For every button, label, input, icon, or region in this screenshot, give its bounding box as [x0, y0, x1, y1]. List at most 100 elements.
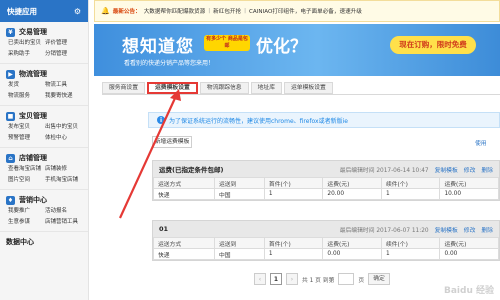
tab-address-book[interactable]: 地址库 [250, 82, 282, 94]
sidebar-link[interactable]: 查看淘宝店铺 [8, 164, 45, 174]
column-header: 续件(个) [380, 177, 441, 189]
section-links: 发货 物流工具 物流服务 我要寄快递 [0, 80, 88, 103]
table-cell: 0.00 [322, 248, 382, 260]
info-icon: i [157, 116, 165, 124]
sidebar-section-data: 数据中心 [0, 232, 88, 250]
sidebar-link[interactable]: 评价管理 [45, 38, 82, 48]
gear-icon[interactable]: ⚙ [74, 7, 81, 16]
tab-bar: 服务商设置 运费模板设置 物流跟踪信息 地址库 运单模板设置 [102, 82, 333, 94]
edit-template-link[interactable]: 修改 [464, 165, 476, 174]
edit-template-link[interactable]: 修改 [464, 225, 476, 234]
template-header: 运费(已指定条件包邮) 最后编辑时间 2017-06-14 10:47 复制模板… [153, 161, 499, 177]
sidebar-link[interactable]: 图片空间 [8, 175, 45, 185]
table-row: 快递 中国 1 20.00 1 10.00 [153, 188, 499, 200]
column-header: 运费(元) [439, 237, 499, 249]
sidebar-link[interactable]: 采购助手 [8, 49, 45, 59]
table-cell: 中国 [213, 188, 265, 200]
template-header: 01 最后编辑时间 2017-06-07 11:20 复制模板 修改 删除 [153, 221, 499, 237]
tab-waybill-template[interactable]: 运单模板设置 [284, 82, 333, 94]
table-cell: 20.00 [322, 188, 382, 200]
watermark: Baidu 经验 [443, 286, 494, 296]
banner-title-2: 优化？ [256, 37, 307, 57]
sidebar-section-items: ■ 宝贝管理 发布宝贝 出售中的宝贝 预警管理 体检中心 [0, 106, 88, 148]
sidebar-link[interactable]: 我要寄快递 [45, 91, 82, 101]
notice-item[interactable]: 大数据帮你匹配爆款货源 [144, 7, 206, 15]
batch-link[interactable]: 使用 [475, 138, 487, 147]
shop-icon: ⌂ [6, 153, 15, 163]
column-header: 续件(个) [380, 237, 441, 249]
add-template-button[interactable]: 新增运费模板 [152, 136, 192, 148]
section-title: 物流管理 [19, 70, 47, 78]
tab-tracking-info[interactable]: 物流跟踪信息 [199, 82, 249, 94]
sidebar-section-logistics: ▶ 物流管理 发货 物流工具 物流服务 我要寄快递 [0, 64, 88, 106]
sidebar-link[interactable]: 已卖出的宝贝 [8, 38, 45, 48]
last-edit-time: 最后编辑时间 2017-06-14 10:47 [339, 167, 429, 174]
table-cell: 1 [263, 248, 324, 260]
sidebar-link[interactable]: 店铺营销工具 [45, 217, 82, 227]
sidebar-link[interactable]: 发货 [8, 80, 45, 90]
page-input[interactable] [338, 273, 355, 285]
go-button[interactable]: 确定 [368, 273, 390, 285]
sidebar-section-title-logistics[interactable]: ▶ 物流管理 [0, 68, 88, 80]
delete-template-link[interactable]: 删除 [481, 165, 493, 174]
copy-template-link[interactable]: 复制模板 [435, 225, 458, 234]
table-cell: 0.00 [439, 248, 499, 260]
sidebar-link[interactable]: 体检中心 [45, 133, 82, 143]
template-table: 运送方式 运送到 首件(个) 运费(元) 续件(个) 运费(元) 快递 中国 1… [153, 237, 499, 260]
banner-tag: 有多少个 商品是包邮 [204, 35, 250, 51]
shipping-template-card: 01 最后编辑时间 2017-06-07 11:20 复制模板 修改 删除 运送… [152, 220, 500, 261]
box-icon: ■ [6, 111, 15, 121]
table-row: 快递 中国 1 0.00 1 0.00 [153, 248, 499, 260]
sidebar-link[interactable]: 活动报名 [45, 206, 82, 216]
section-links: 查看淘宝店铺 店铺装修 图片空间 手机淘宝店铺 [0, 164, 88, 187]
template-name: 运费(已指定条件包邮) [159, 166, 224, 174]
trade-icon: ¥ [6, 27, 15, 37]
sidebar-link[interactable]: 分销管理 [45, 49, 82, 59]
notice-item[interactable]: CAINIAO打印组件，电子面单必备，速速升级 [249, 7, 362, 15]
column-header: 运送方式 [153, 237, 215, 249]
sidebar-section-title-items[interactable]: ■ 宝贝管理 [0, 110, 88, 122]
sidebar-section-title-marketing[interactable]: ♦ 营销中心 [0, 194, 88, 206]
sidebar-link[interactable]: 物流服务 [8, 91, 45, 101]
tab-service-provider[interactable]: 服务商设置 [102, 82, 145, 94]
banner-subtitle: 看看别的快递分销产品等您来用！ [124, 60, 215, 67]
column-header: 运送到 [213, 177, 265, 189]
promo-banner[interactable]: 想知道您 有多少个 商品是包邮 优化？ 看看别的快递分销产品等您来用！ 现在订购… [94, 24, 500, 76]
shipping-template-card: 运费(已指定条件包邮) 最后编辑时间 2017-06-14 10:47 复制模板… [152, 160, 500, 201]
sidebar-section-title-data[interactable]: 数据中心 [0, 236, 88, 248]
bell-icon: 🔔 [101, 7, 110, 15]
delete-template-link[interactable]: 删除 [481, 225, 493, 234]
sidebar-section-title-shop[interactable]: ⌂ 店铺管理 [0, 152, 88, 164]
table-cell: 1 [380, 188, 441, 200]
banner-title: 想知道您 [122, 37, 194, 57]
sidebar-link[interactable]: 预警管理 [8, 133, 45, 143]
notice-separator: | [244, 8, 247, 14]
column-header: 运费(元) [322, 177, 382, 189]
sidebar-link[interactable]: 物流工具 [45, 80, 82, 90]
prev-page-button[interactable]: ‹ [254, 273, 266, 285]
template-meta: 最后编辑时间 2017-06-14 10:47 复制模板 修改 删除 [340, 165, 493, 174]
copy-template-link[interactable]: 复制模板 [435, 165, 458, 174]
column-header: 首件(个) [263, 237, 324, 249]
table-cell: 10.00 [439, 188, 499, 200]
table-cell: 1 [380, 248, 441, 260]
current-page[interactable]: 1 [270, 273, 282, 285]
template-name: 01 [159, 225, 169, 233]
banner-cta-button[interactable]: 现在订购，限时免费 [390, 36, 476, 54]
megaphone-icon: ♦ [6, 195, 15, 205]
sidebar-section-title-trade[interactable]: ¥ 交易管理 [0, 26, 88, 38]
notice-item[interactable]: 新红包开抢 [213, 7, 241, 15]
sidebar-link[interactable]: 我要推广 [8, 206, 45, 216]
sidebar-link[interactable]: 生意参谋 [8, 217, 45, 227]
tab-shipping-template[interactable]: 运费模板设置 [147, 82, 198, 94]
sidebar-link[interactable]: 手机淘宝店铺 [45, 175, 82, 185]
sidebar-link[interactable]: 发布宝贝 [8, 122, 45, 132]
section-title: 数据中心 [6, 238, 34, 246]
sidebar-link[interactable]: 店铺装修 [45, 164, 82, 174]
section-links: 已卖出的宝贝 评价管理 采购助手 分销管理 [0, 38, 88, 61]
section-title: 营销中心 [19, 196, 47, 204]
next-page-button[interactable]: › [286, 273, 298, 285]
section-title: 交易管理 [19, 28, 47, 36]
sidebar-link[interactable]: 出售中的宝贝 [45, 122, 82, 132]
section-title: 店铺管理 [19, 154, 47, 162]
